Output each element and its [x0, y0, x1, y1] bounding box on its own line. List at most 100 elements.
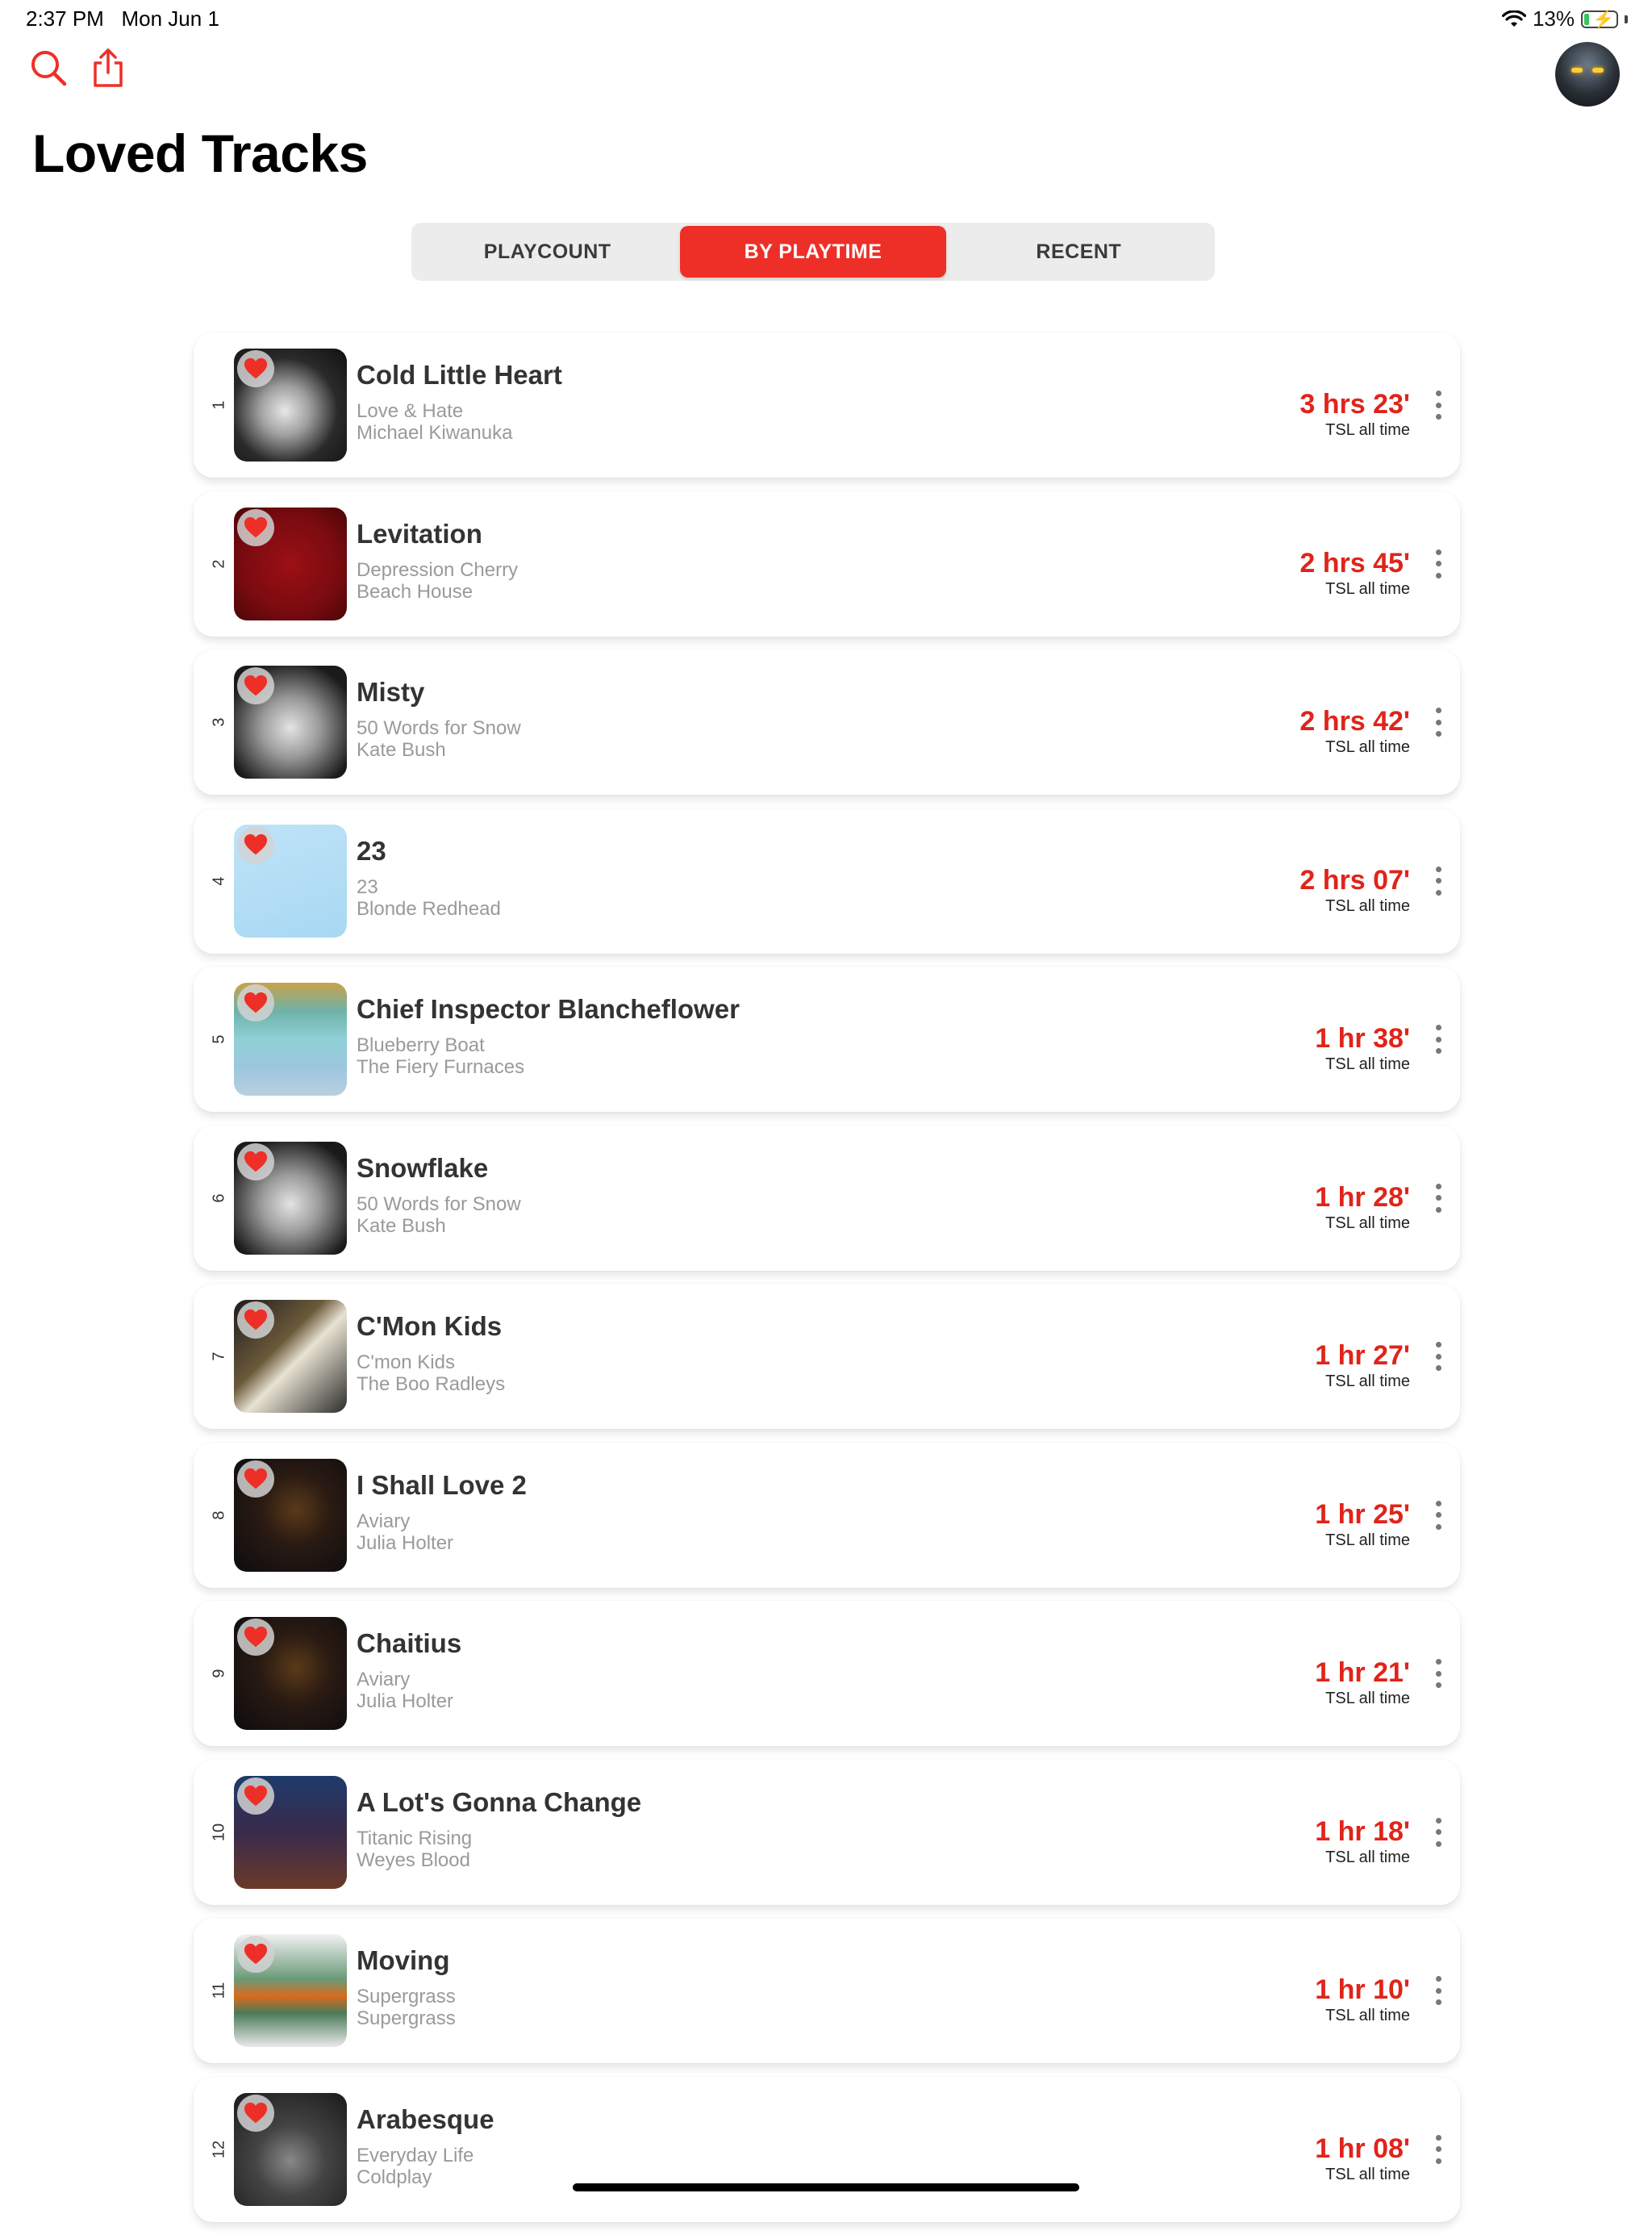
track-title: Moving — [357, 1945, 450, 1975]
heart-icon[interactable] — [237, 1301, 274, 1339]
track-rank: 1 — [210, 400, 228, 410]
track-playtime: 1 hr 21' — [1315, 1657, 1410, 1688]
more-options-icon[interactable] — [1433, 1976, 1444, 2005]
track-playtime-caption: TSL all time — [1325, 1214, 1410, 1232]
search-icon[interactable] — [27, 47, 69, 89]
track-row[interactable]: 3 Misty 50 Words for Snow Kate Bush 2 hr… — [194, 650, 1460, 795]
heart-icon[interactable] — [237, 825, 274, 863]
track-row[interactable]: 5 Chief Inspector Blancheflower Blueberr… — [194, 967, 1460, 1112]
track-playtime-caption: TSL all time — [1325, 2007, 1410, 2024]
more-options-icon[interactable] — [1433, 866, 1444, 896]
track-album: Supergrass — [357, 1986, 456, 2007]
track-row[interactable]: 9 Chaitius Aviary Julia Holter 1 hr 21' … — [194, 1601, 1460, 1746]
track-artist: Supergrass — [357, 2007, 456, 2029]
track-album: 23 — [357, 875, 378, 898]
track-artist: Julia Holter — [357, 1531, 454, 1554]
track-row[interactable]: 11 Moving Supergrass Supergrass 1 hr 10'… — [194, 1918, 1460, 2063]
track-title: Snowflake — [357, 1152, 489, 1183]
battery-tip — [1625, 15, 1628, 23]
track-row[interactable]: 8 I Shall Love 2 Aviary Julia Holter 1 h… — [194, 1442, 1460, 1588]
sort-segmented-control: PLAYCOUNT BY PLAYTIME RECENT — [411, 223, 1215, 281]
battery-icon: ⚡ — [1581, 9, 1618, 29]
track-title: Arabesque — [357, 2103, 494, 2134]
track-album: 50 Words for Snow — [357, 717, 521, 739]
track-playtime-caption: TSL all time — [1325, 896, 1410, 915]
more-options-icon[interactable] — [1433, 1500, 1444, 1530]
heart-icon[interactable] — [237, 984, 274, 1021]
track-title: Chief Inspector Blancheflower — [357, 994, 740, 1024]
track-playtime-caption: TSL all time — [1325, 1690, 1410, 1707]
page-title: Loved Tracks — [32, 123, 368, 183]
segment-by-playtime[interactable]: BY PLAYTIME — [680, 226, 946, 278]
track-album: Aviary — [357, 1669, 411, 1690]
track-title: Misty — [357, 677, 425, 707]
track-row[interactable]: 6 Snowflake 50 Words for Snow Kate Bush … — [194, 1125, 1460, 1271]
track-playtime: 1 hr 18' — [1315, 1815, 1410, 1847]
track-album: 50 Words for Snow — [357, 1193, 521, 1215]
more-options-icon[interactable] — [1433, 1183, 1444, 1213]
track-row[interactable]: 1 Cold Little Heart Love & Hate Michael … — [194, 332, 1460, 478]
heart-icon[interactable] — [237, 2094, 274, 2132]
status-bar: 2:37 PM Mon Jun 1 13% ⚡ — [0, 0, 1652, 39]
track-artist: Weyes Blood — [357, 1849, 470, 1871]
track-playtime: 1 hr 27' — [1315, 1340, 1410, 1371]
track-rank: 4 — [210, 875, 228, 886]
track-playtime: 1 hr 25' — [1315, 1498, 1410, 1530]
track-album: Aviary — [357, 1510, 411, 1532]
track-album: Blueberry Boat — [357, 1034, 485, 1056]
heart-icon[interactable] — [237, 1936, 274, 1973]
track-album: C'mon Kids — [357, 1351, 455, 1373]
track-playtime-caption: TSL all time — [1325, 1848, 1410, 1866]
track-playtime-caption: TSL all time — [1325, 1372, 1410, 1390]
track-row[interactable]: 2 Levitation Depression Cherry Beach Hou… — [194, 491, 1460, 637]
track-title: A Lot's Gonna Change — [357, 1786, 642, 1817]
track-album: Depression Cherry — [357, 558, 519, 581]
track-row[interactable]: 7 C'Mon Kids C'mon Kids The Boo Radleys … — [194, 1284, 1460, 1429]
track-rank: 2 — [210, 558, 228, 569]
more-options-icon[interactable] — [1433, 391, 1444, 420]
heart-icon[interactable] — [237, 1460, 274, 1498]
track-title: 23 — [357, 835, 386, 866]
heart-icon[interactable] — [237, 667, 274, 704]
segment-recent[interactable]: RECENT — [946, 226, 1212, 278]
track-playtime: 3 hrs 23' — [1299, 389, 1410, 420]
track-playtime: 1 hr 10' — [1315, 1974, 1410, 2005]
track-row[interactable]: 10 A Lot's Gonna Change Titanic Rising W… — [194, 1759, 1460, 1905]
track-title: Levitation — [357, 518, 482, 549]
heart-icon[interactable] — [237, 508, 274, 546]
track-rank: 11 — [210, 1982, 228, 1999]
track-artist: Coldplay — [357, 2166, 432, 2188]
track-row[interactable]: 4 23 23 Blonde Redhead 2 hrs 07' TSL all… — [194, 808, 1460, 954]
track-playtime-caption: TSL all time — [1325, 2165, 1410, 2183]
heart-icon[interactable] — [237, 1143, 274, 1180]
more-options-icon[interactable] — [1433, 1659, 1444, 1688]
more-options-icon[interactable] — [1433, 549, 1444, 579]
status-time: 2:37 PM Mon Jun 1 — [26, 6, 219, 31]
more-options-icon[interactable] — [1433, 1342, 1444, 1371]
track-album: Love & Hate — [357, 400, 464, 422]
track-title: C'Mon Kids — [357, 1311, 503, 1341]
track-playtime-caption: TSL all time — [1325, 421, 1410, 439]
track-playtime-caption: TSL all time — [1325, 1531, 1410, 1549]
track-list: 1 Cold Little Heart Love & Hate Michael … — [194, 332, 1460, 2235]
track-rank: 8 — [210, 1510, 228, 1520]
heart-icon[interactable] — [237, 1619, 274, 1656]
avatar[interactable] — [1555, 42, 1620, 107]
track-artist: Kate Bush — [357, 739, 446, 761]
track-rank: 9 — [210, 1669, 228, 1678]
more-options-icon[interactable] — [1433, 1025, 1444, 1054]
more-options-icon[interactable] — [1433, 2134, 1444, 2164]
track-row[interactable]: 12 Arabesque Everyday Life Coldplay 1 hr… — [194, 2076, 1460, 2222]
more-options-icon[interactable] — [1433, 708, 1444, 737]
track-playtime: 2 hrs 45' — [1299, 547, 1410, 579]
share-icon[interactable] — [87, 47, 129, 89]
track-artist: The Boo Radleys — [357, 1373, 506, 1395]
heart-icon[interactable] — [237, 350, 274, 387]
segment-playcount[interactable]: PLAYCOUNT — [415, 226, 680, 278]
track-playtime-caption: TSL all time — [1325, 738, 1410, 756]
more-options-icon[interactable] — [1433, 1817, 1444, 1847]
heart-icon[interactable] — [237, 1777, 274, 1815]
track-artist: Julia Holter — [357, 1690, 454, 1712]
home-indicator — [573, 2183, 1079, 2191]
track-title: Chaitius — [357, 1628, 462, 1658]
